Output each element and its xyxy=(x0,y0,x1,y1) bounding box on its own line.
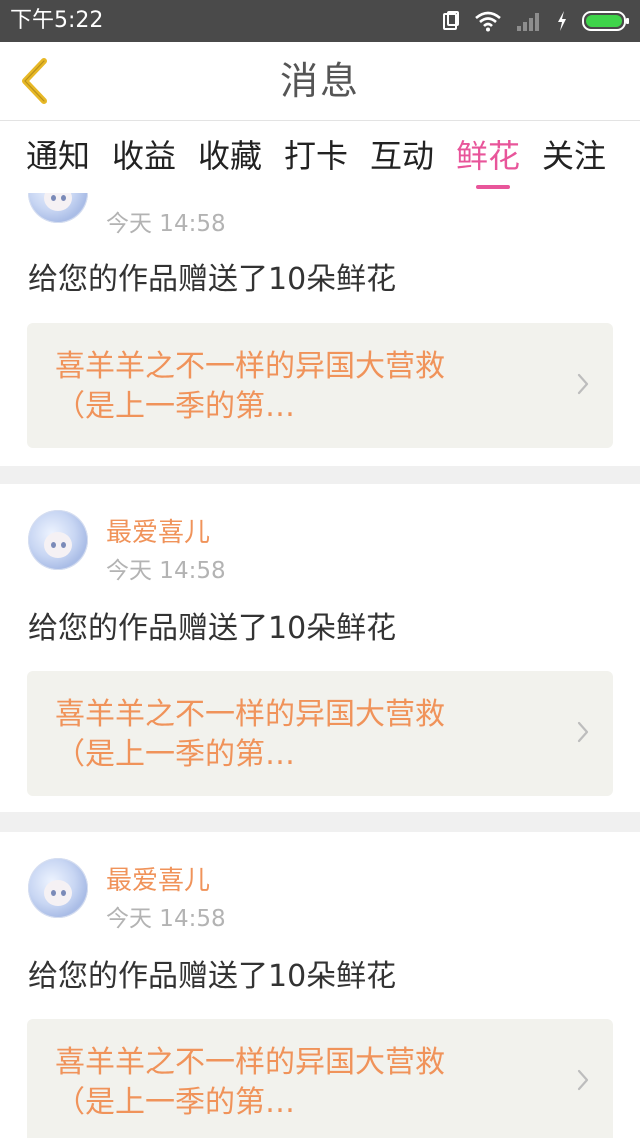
message-card: 最爱喜儿 今天 14:58 给您的作品赠送了10朵鲜花 喜羊羊之不一样的异国大营… xyxy=(0,832,640,1138)
tab-favorites[interactable]: 收藏 xyxy=(198,133,262,179)
work-link[interactable]: 喜羊羊之不一样的异国大营救 （是上一季的第… xyxy=(27,323,613,448)
username[interactable]: 最爱喜儿 xyxy=(106,864,210,898)
message-time: 今天 14:58 xyxy=(106,211,226,237)
message-text: 给您的作品赠送了10朵鲜花 xyxy=(28,959,397,994)
tab-earnings[interactable]: 收益 xyxy=(112,133,176,179)
message-text: 给您的作品赠送了10朵鲜花 xyxy=(28,611,397,646)
message-card: 最爱喜儿 今天 14:58 给您的作品赠送了10朵鲜花 喜羊羊之不一样的异国大营… xyxy=(0,484,640,812)
status-time: 下午5:22 xyxy=(10,8,104,33)
work-title: 喜羊羊之不一样的异国大营救 （是上一季的第… xyxy=(55,697,445,772)
tab-follows[interactable]: 关注 xyxy=(542,133,606,179)
username[interactable]: 最爱喜儿 xyxy=(106,516,210,550)
active-tab-indicator xyxy=(476,185,510,189)
message-time: 今天 14:58 xyxy=(106,558,226,584)
status-bar: 下午5:22 xyxy=(0,0,640,42)
message-time: 今天 14:58 xyxy=(106,906,226,932)
charging-icon xyxy=(556,10,568,32)
wifi-icon xyxy=(474,10,502,32)
avatar[interactable] xyxy=(28,858,88,918)
avatar[interactable] xyxy=(28,193,88,223)
message-list[interactable]: 今天 14:58 给您的作品赠送了10朵鲜花 喜羊羊之不一样的异国大营救 （是上… xyxy=(0,193,640,1138)
page-title: 消息 xyxy=(279,59,360,103)
tab-flowers[interactable]: 鲜花 xyxy=(456,133,520,179)
work-link[interactable]: 喜羊羊之不一样的异国大营救 （是上一季的第… xyxy=(27,1019,613,1138)
tab-bar: 通知 收益 收藏 打卡 互动 鲜花 关注 xyxy=(0,121,640,193)
tab-checkin[interactable]: 打卡 xyxy=(284,133,348,179)
tab-notifications[interactable]: 通知 xyxy=(26,133,90,179)
work-title: 喜羊羊之不一样的异国大营救 （是上一季的第… xyxy=(55,1045,445,1120)
chevron-right-icon xyxy=(577,1069,589,1091)
work-link[interactable]: 喜羊羊之不一样的异国大营救 （是上一季的第… xyxy=(27,671,613,796)
signal-icon xyxy=(516,10,542,32)
sim-icon xyxy=(442,11,460,31)
status-icons xyxy=(428,6,630,36)
message-card: 今天 14:58 给您的作品赠送了10朵鲜花 喜羊羊之不一样的异国大营救 （是上… xyxy=(0,193,640,466)
message-text: 给您的作品赠送了10朵鲜花 xyxy=(28,262,397,297)
header: 消息 xyxy=(0,42,640,121)
chevron-right-icon xyxy=(577,721,589,743)
chevron-right-icon xyxy=(577,373,589,395)
tab-interactions[interactable]: 互动 xyxy=(370,133,434,179)
work-title: 喜羊羊之不一样的异国大营救 （是上一季的第… xyxy=(55,349,445,424)
avatar[interactable] xyxy=(28,510,88,570)
battery-icon xyxy=(582,10,630,32)
